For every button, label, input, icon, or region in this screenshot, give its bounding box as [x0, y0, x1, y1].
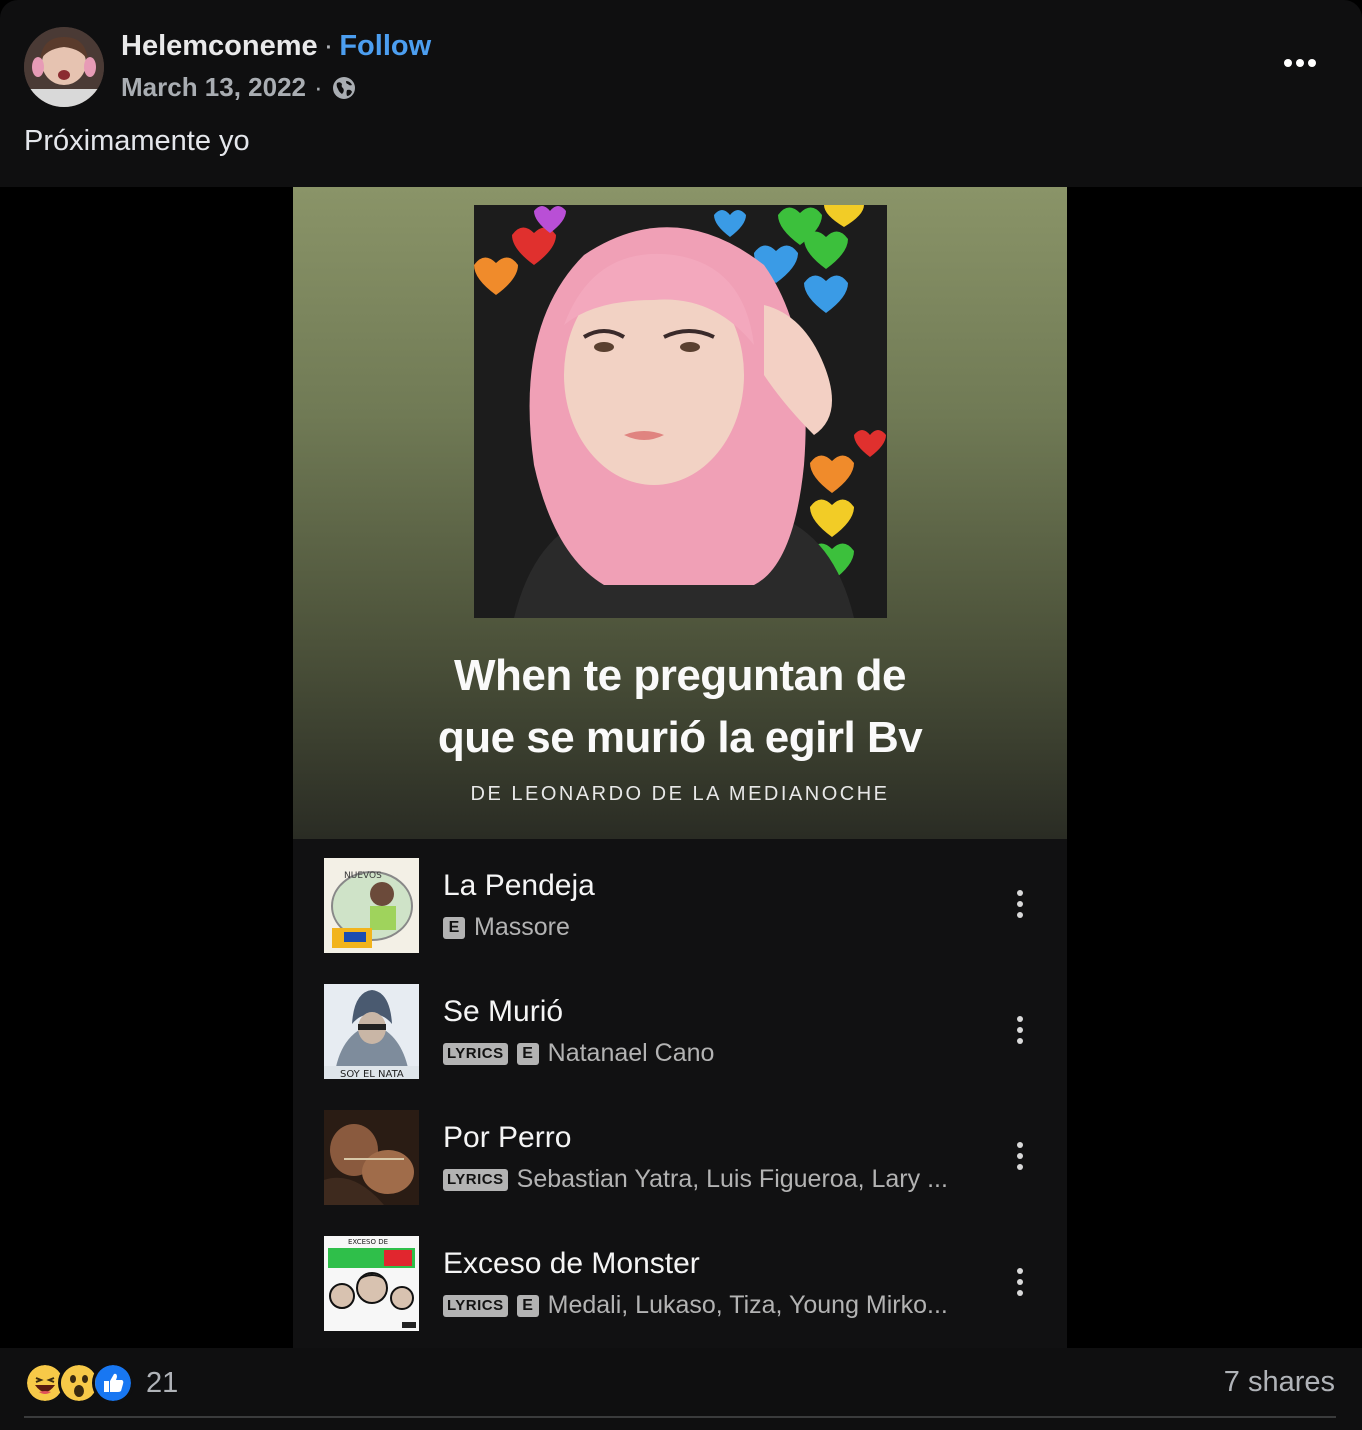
lyrics-badge: LYRICS: [443, 1042, 508, 1065]
post-caption: Próximamente yo: [24, 125, 250, 157]
track-title: Se Murió: [443, 995, 564, 1028]
track-row[interactable]: Por Perro LYRICS Sebastian Yatra, Luis F…: [293, 1091, 1067, 1217]
playlist-header: When te preguntan de que se murió la egi…: [293, 187, 1067, 839]
track-artists: Medali, Lukaso, Tiza, Young Mirko...: [547, 1291, 948, 1319]
track-subtitle: LYRICS E Medali, Lukaso, Tiza, Young Mir…: [443, 1291, 948, 1320]
track-artists: Sebastian Yatra, Luis Figueroa, Lary ...: [516, 1165, 948, 1193]
explicit-badge: E: [443, 916, 465, 939]
more-options-icon[interactable]: [1276, 46, 1324, 80]
playlist-title: When te preguntan de que se murió la egi…: [293, 645, 1067, 769]
explicit-badge: E: [516, 1294, 539, 1317]
album-art: [324, 1110, 419, 1205]
playlist-title-line-2: que se murió la egirl Bv: [437, 713, 923, 762]
track-row[interactable]: NUEVOS La Pendeja E Massore: [293, 839, 1067, 965]
post-image[interactable]: When te preguntan de que se murió la egi…: [293, 187, 1067, 1348]
playlist-owner[interactable]: DE LEONARDO DE LA MEDIANOCHE: [293, 783, 1067, 806]
track-row[interactable]: SOY EL NATA Se Murió LYRICS E Natanael C…: [293, 965, 1067, 1091]
name-separator: ·: [323, 30, 334, 62]
post-date[interactable]: March 13, 2022: [121, 72, 306, 103]
album-art-text: SOY EL NATA: [340, 1069, 404, 1079]
playlist-cover: [474, 205, 887, 618]
playlist-title-line-1: When te preguntan de: [454, 651, 907, 700]
track-title: Exceso de Monster: [443, 1247, 700, 1280]
author-name[interactable]: Helemconeme: [121, 30, 318, 62]
album-art: SOY EL NATA: [324, 984, 419, 1079]
like-icon: [92, 1362, 134, 1404]
post-header: Helemconeme · Follow March 13, 2022 · Pró: [0, 0, 1362, 187]
globe-icon: [331, 75, 357, 101]
track-artists: Massore: [474, 913, 570, 941]
post-footer: 21 7 shares: [0, 1348, 1362, 1430]
reactions-summary[interactable]: 21: [24, 1362, 178, 1404]
track-subtitle: E Massore: [443, 913, 570, 942]
album-art: NUEVOS: [324, 858, 419, 953]
album-art-text: NUEVOS: [344, 871, 382, 881]
track-menu-icon[interactable]: [1007, 1262, 1033, 1302]
track-subtitle: LYRICS E Natanael Cano: [443, 1039, 714, 1068]
lyrics-badge: LYRICS: [443, 1294, 508, 1317]
track-menu-icon[interactable]: [1007, 1136, 1033, 1176]
track-title: La Pendeja: [443, 869, 595, 902]
author-row: Helemconeme · Follow: [121, 30, 431, 63]
meta-separator: ·: [314, 72, 323, 102]
post-meta: March 13, 2022 ·: [121, 72, 357, 103]
explicit-badge: E: [516, 1042, 539, 1065]
facebook-post: Helemconeme · Follow March 13, 2022 · Pró: [0, 0, 1362, 1430]
track-subtitle: LYRICS Sebastian Yatra, Luis Figueroa, L…: [443, 1165, 948, 1194]
shares-count[interactable]: 7 shares: [1224, 1366, 1335, 1399]
track-row[interactable]: EXCESO DE Exceso de Monster LYRICS E Med…: [293, 1217, 1067, 1343]
reaction-count: 21: [146, 1366, 179, 1399]
lyrics-badge: LYRICS: [443, 1168, 508, 1191]
track-artists: Natanael Cano: [547, 1039, 715, 1067]
follow-button[interactable]: Follow: [339, 30, 431, 62]
footer-divider: [24, 1416, 1336, 1418]
avatar[interactable]: [24, 27, 104, 107]
track-title: Por Perro: [443, 1121, 572, 1154]
album-art: EXCESO DE: [324, 1236, 419, 1331]
track-menu-icon[interactable]: [1007, 884, 1033, 924]
track-menu-icon[interactable]: [1007, 1010, 1033, 1050]
album-art-text: EXCESO DE: [348, 1238, 388, 1246]
